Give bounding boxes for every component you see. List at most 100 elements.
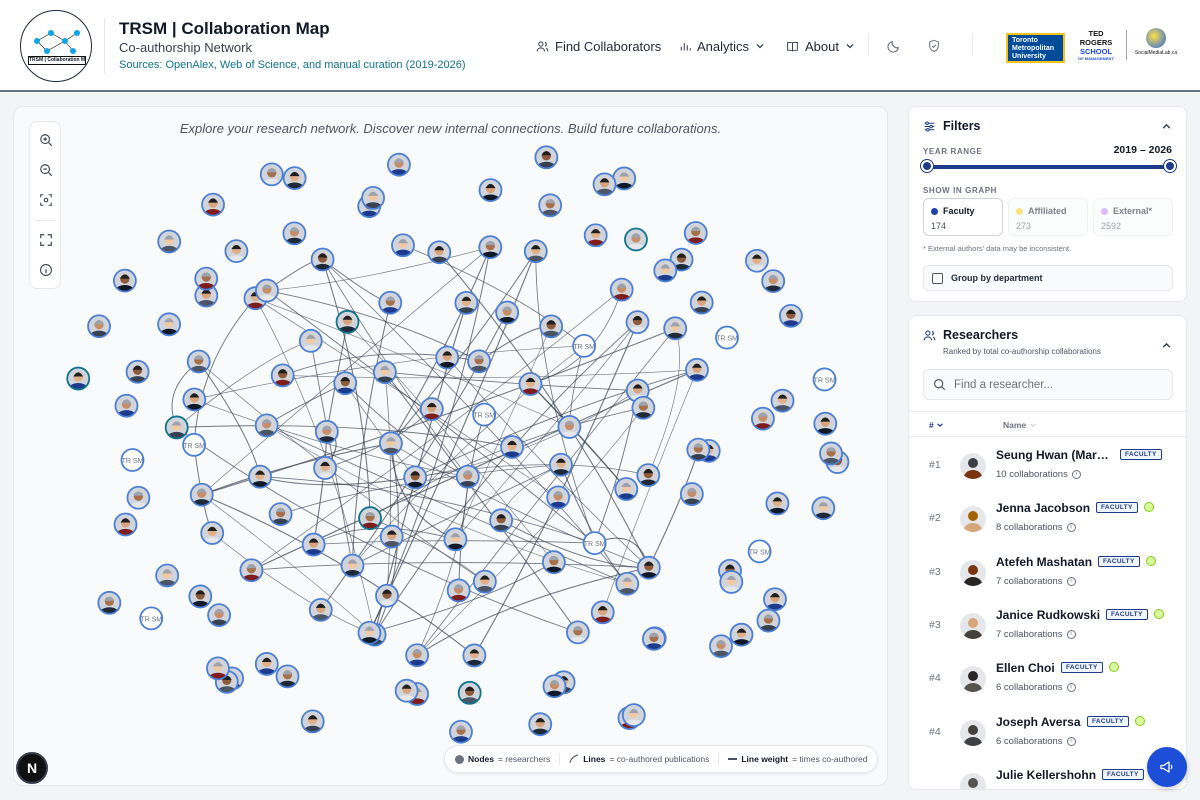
network-graph-panel[interactable]: TR SM TR SM TR SM TR SM TR SM TR SM TR SM TR SM… bbox=[13, 106, 888, 786]
privacy-button[interactable] bbox=[924, 36, 944, 56]
researcher-node[interactable] bbox=[224, 239, 249, 269]
researcher-node[interactable] bbox=[259, 162, 284, 192]
group-by-department-toggle[interactable]: Group by department bbox=[923, 265, 1173, 291]
researcher-row[interactable]: #2 Jenna Jacobson FACULTY 8 collaborations i bbox=[909, 490, 1186, 543]
researcher-node[interactable] bbox=[778, 303, 803, 334]
researcher-node[interactable] bbox=[454, 290, 479, 321]
info-icon[interactable]: i bbox=[1066, 629, 1076, 639]
researcher-node[interactable] bbox=[679, 482, 704, 512]
researcher-node[interactable] bbox=[528, 712, 553, 742]
researcher-node[interactable] bbox=[565, 620, 590, 650]
researcher-node[interactable] bbox=[813, 411, 838, 442]
researcher-node[interactable] bbox=[405, 643, 430, 673]
trsm-node[interactable]: TR SM bbox=[472, 402, 497, 427]
researcher-node[interactable] bbox=[663, 316, 688, 346]
researcher-name[interactable]: Seung Hwan (Mark)... bbox=[996, 448, 1114, 462]
researcher-node[interactable] bbox=[333, 371, 358, 401]
theme-toggle-button[interactable] bbox=[884, 36, 904, 56]
nav-find-collaborators[interactable]: Find Collaborators bbox=[536, 36, 661, 56]
researcher-node[interactable] bbox=[340, 553, 365, 584]
researcher-node[interactable] bbox=[770, 388, 795, 419]
researcher-node[interactable] bbox=[387, 152, 411, 183]
researcher-node[interactable] bbox=[446, 578, 471, 608]
trsm-node[interactable]: TR SM bbox=[572, 333, 596, 358]
chevron-up-icon[interactable] bbox=[1161, 121, 1172, 132]
chevron-up-icon[interactable] bbox=[1161, 340, 1172, 351]
researcher-name[interactable]: Jenna Jacobson bbox=[996, 501, 1090, 515]
app-logo[interactable]: TRSM | Collaboration Map bbox=[20, 10, 92, 82]
researcher-node[interactable] bbox=[182, 387, 207, 417]
sort-by-name[interactable]: Name bbox=[1003, 420, 1037, 430]
fullscreen-button[interactable] bbox=[36, 230, 56, 250]
researcher-node[interactable] bbox=[583, 223, 608, 253]
researcher-node[interactable] bbox=[541, 550, 566, 580]
researcher-name[interactable]: Janice Rudkowski bbox=[996, 608, 1100, 622]
filter-chip-affiliated[interactable]: Affiliated 273 bbox=[1008, 198, 1088, 236]
researcher-node[interactable] bbox=[756, 608, 781, 639]
researcher-node[interactable] bbox=[500, 435, 524, 465]
group-checkbox[interactable] bbox=[932, 272, 943, 284]
network-graph[interactable]: TR SM TR SM TR SM TR SM TR SM TR SM TR SM TR SM… bbox=[14, 107, 888, 786]
researcher-node[interactable] bbox=[631, 395, 656, 426]
sort-by-rank[interactable]: # bbox=[929, 420, 944, 430]
researcher-node[interactable] bbox=[624, 227, 648, 258]
researcher-name[interactable]: Julie Kellershohn bbox=[996, 768, 1096, 782]
researcher-node[interactable] bbox=[358, 506, 382, 536]
researcher-node[interactable] bbox=[478, 235, 503, 265]
researchers-header[interactable]: Researchers bbox=[923, 328, 1018, 342]
researcher-node[interactable] bbox=[300, 709, 325, 739]
researcher-node[interactable] bbox=[489, 508, 514, 538]
researcher-node[interactable] bbox=[248, 464, 272, 495]
researcher-node[interactable] bbox=[709, 634, 733, 664]
recenter-button[interactable] bbox=[36, 190, 56, 210]
researcher-node[interactable] bbox=[590, 600, 615, 630]
researcher-node[interactable] bbox=[189, 482, 214, 513]
zoom-in-button[interactable] bbox=[36, 130, 56, 150]
researcher-node[interactable] bbox=[761, 269, 786, 299]
trsm-node[interactable]: TR SM bbox=[747, 539, 772, 564]
researcher-node[interactable] bbox=[518, 372, 543, 402]
researcher-name[interactable]: Atefeh Mashatan bbox=[996, 555, 1092, 569]
researcher-node[interactable] bbox=[66, 366, 91, 397]
researcher-node[interactable] bbox=[314, 419, 339, 450]
researcher-node[interactable] bbox=[765, 491, 790, 521]
researcher-node[interactable] bbox=[462, 643, 487, 673]
researcher-node[interactable] bbox=[97, 590, 122, 621]
filter-chip-external[interactable]: External* 2592 bbox=[1093, 198, 1173, 236]
researcher-node[interactable] bbox=[254, 652, 279, 682]
researcher-node[interactable] bbox=[201, 192, 225, 223]
zoom-out-button[interactable] bbox=[36, 160, 56, 180]
researcher-node[interactable] bbox=[683, 221, 708, 251]
trsm-node[interactable]: TR SM bbox=[139, 606, 164, 631]
researcher-node[interactable] bbox=[282, 166, 307, 196]
trsm-node[interactable]: TR SM bbox=[120, 448, 145, 472]
researcher-row[interactable]: #3 Atefeh Mashatan FACULTY 7 collaborations… bbox=[909, 544, 1186, 597]
researcher-node[interactable] bbox=[335, 309, 360, 340]
researcher-node[interactable] bbox=[378, 290, 403, 321]
researcher-node[interactable] bbox=[157, 229, 182, 259]
feedback-button[interactable] bbox=[1147, 747, 1187, 787]
researcher-node[interactable] bbox=[239, 558, 264, 588]
researcher-node[interactable] bbox=[87, 314, 111, 344]
researcher-row[interactable]: #4 Ellen Choi FACULTY 6 collaborations i bbox=[909, 650, 1186, 703]
researcher-node[interactable] bbox=[615, 571, 640, 602]
researcher-node[interactable] bbox=[614, 477, 639, 507]
researcher-node[interactable] bbox=[188, 584, 213, 614]
researcher-node[interactable] bbox=[636, 463, 661, 493]
year-range-end-handle[interactable] bbox=[1164, 160, 1176, 172]
researcher-name[interactable]: Joseph Aversa bbox=[996, 715, 1081, 729]
info-icon[interactable]: i bbox=[1066, 736, 1076, 746]
researcher-node[interactable] bbox=[112, 268, 137, 299]
info-icon[interactable]: i bbox=[1066, 683, 1076, 693]
researcher-node[interactable] bbox=[686, 437, 711, 468]
researcher-node[interactable] bbox=[636, 555, 661, 586]
researcher-row[interactable]: #4 Joseph Aversa FACULTY 6 collaborations i bbox=[909, 704, 1186, 757]
researcher-row[interactable]: #1 Seung Hwan (Mark)... FACULTY 10 collabor… bbox=[909, 437, 1186, 490]
researcher-node[interactable] bbox=[542, 674, 567, 704]
researcher-node[interactable] bbox=[612, 166, 637, 196]
researcher-node[interactable] bbox=[546, 485, 571, 515]
year-range-slider[interactable] bbox=[927, 165, 1170, 169]
researcher-node[interactable] bbox=[642, 626, 666, 657]
researcher-node[interactable] bbox=[308, 597, 333, 628]
researcher-node[interactable] bbox=[689, 290, 714, 321]
